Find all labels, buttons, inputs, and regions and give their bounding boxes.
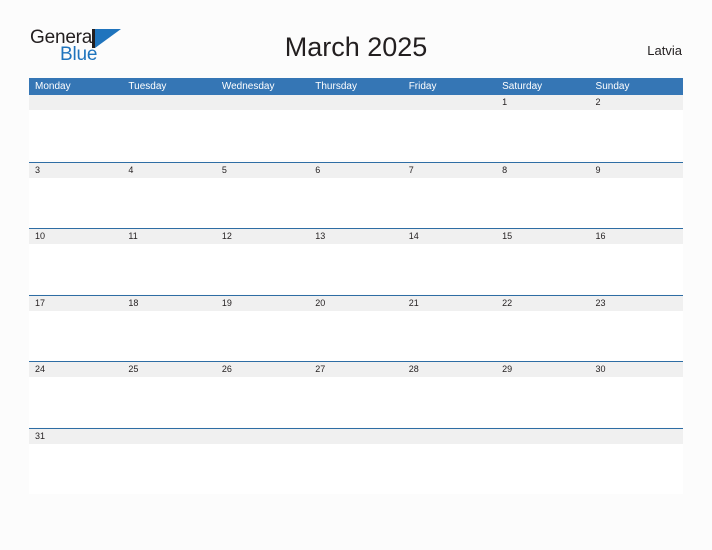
week-note-area[interactable] — [29, 110, 683, 160]
day-cell[interactable]: 7 — [403, 163, 496, 178]
day-cell[interactable]: 25 — [122, 362, 215, 377]
page-header: General Blue March 2025 Latvia — [0, 0, 712, 64]
day-cell[interactable]: 30 — [590, 362, 683, 377]
day-cell[interactable]: 17 — [29, 296, 122, 311]
calendar-page: General Blue March 2025 Latvia Monday Tue… — [0, 0, 712, 550]
week-note-area[interactable] — [29, 244, 683, 295]
day-cell-empty — [309, 429, 402, 444]
week-note-area[interactable] — [29, 377, 683, 428]
day-cell[interactable]: 26 — [216, 362, 309, 377]
week-row: 24 25 26 27 28 29 30 — [29, 361, 683, 428]
week-note-area[interactable] — [29, 177, 683, 228]
day-cell[interactable]: 16 — [590, 229, 683, 244]
week-date-band: 24 25 26 27 28 29 30 — [29, 362, 683, 378]
day-cell[interactable]: 21 — [403, 296, 496, 311]
day-cell-empty — [29, 95, 122, 110]
day-cell[interactable]: 12 — [216, 229, 309, 244]
day-cell[interactable]: 10 — [29, 229, 122, 244]
weekday-header-row: Monday Tuesday Wednesday Thursday Friday Satu… — [29, 78, 683, 95]
weekday-header-sunday: Sunday — [595, 81, 630, 92]
day-cell[interactable]: 19 — [216, 296, 309, 311]
calendar-weeks: 1 2 3 4 5 6 7 8 9 10 11 12 13 14 15 16 17 18 19 20 21 22 23 24 2… — [29, 95, 683, 495]
country-label: Latvia — [647, 43, 682, 58]
week-row: 10 11 12 13 14 15 16 — [29, 228, 683, 295]
weekday-header-saturday: Saturday — [502, 81, 543, 92]
day-cell-empty — [122, 429, 215, 444]
week-row: 3456789 — [29, 161, 683, 229]
day-cell-empty — [122, 95, 215, 110]
day-cell[interactable]: 13 — [309, 229, 402, 244]
week-note-area[interactable] — [29, 443, 683, 494]
day-cell[interactable]: 4 — [122, 163, 215, 178]
calendar-grid: Monday Tuesday Wednesday Thursday Friday Satu… — [29, 78, 683, 495]
day-cell[interactable]: 18 — [122, 296, 215, 311]
day-cell-empty — [309, 95, 402, 110]
day-cell[interactable]: 27 — [309, 362, 402, 377]
day-cell[interactable]: 5 — [216, 163, 309, 178]
weekday-header-wednesday: Wednesday — [221, 81, 275, 92]
day-cell[interactable]: 28 — [403, 362, 496, 377]
page-title: March 2025 — [284, 32, 428, 62]
week-date-band: 12 — [29, 95, 683, 110]
week-date-band: 3456789 — [29, 162, 683, 178]
day-cell-empty — [216, 95, 309, 110]
week-date-band: 10 11 12 13 14 15 16 — [29, 229, 683, 245]
day-cell[interactable]: 15 — [496, 229, 589, 244]
day-cell[interactable]: 23 — [590, 296, 683, 311]
day-cell[interactable]: 22 — [496, 296, 589, 311]
week-row: 31 — [29, 427, 683, 495]
day-cell-empty — [590, 429, 683, 444]
week-row: 17 18 19 20 21 22 23 — [29, 294, 683, 362]
weekday-header-monday: Monday — [35, 81, 71, 92]
day-cell-empty — [496, 429, 589, 444]
day-cell[interactable]: 3 — [29, 163, 122, 178]
day-cell[interactable]: 11 — [122, 229, 215, 244]
day-cell[interactable]: 6 — [309, 163, 402, 178]
day-cell-empty — [216, 429, 309, 444]
weekday-header-friday: Friday — [408, 81, 437, 92]
day-cell[interactable]: 24 — [29, 362, 122, 377]
week-row: 12 — [29, 95, 683, 162]
week-date-band: 31 — [29, 428, 683, 444]
day-cell[interactable]: 29 — [496, 362, 589, 377]
day-cell-empty — [403, 429, 496, 444]
day-cell-empty — [403, 95, 496, 110]
weekday-header-tuesday: Tuesday — [128, 81, 167, 92]
week-note-area[interactable] — [29, 310, 683, 361]
day-cell[interactable]: 14 — [403, 229, 496, 244]
day-cell[interactable]: 8 — [496, 163, 589, 178]
day-cell[interactable]: 31 — [29, 429, 122, 444]
day-cell[interactable]: 2 — [590, 95, 683, 110]
day-cell[interactable]: 1 — [496, 95, 589, 110]
day-cell[interactable]: 20 — [309, 296, 402, 311]
day-cell[interactable]: 9 — [590, 163, 683, 178]
weekday-header-thursday: Thursday — [315, 81, 357, 92]
week-date-band: 17 18 19 20 21 22 23 — [29, 295, 683, 311]
